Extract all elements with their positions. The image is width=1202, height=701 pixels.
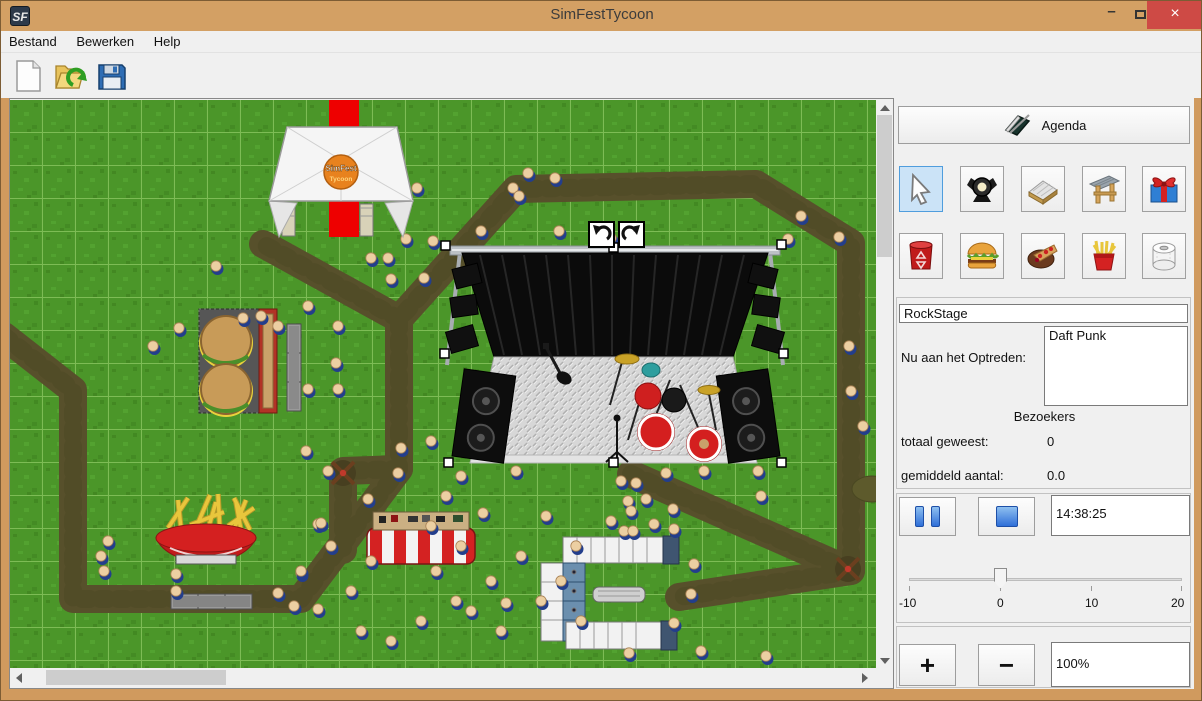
fries-icon [1089,239,1119,273]
slider-label-0: 0 [997,596,1004,610]
urinal-trough [593,587,645,602]
rotate-left-button[interactable] [589,222,614,247]
gift-icon [1147,172,1181,206]
total-visitors-label: totaal geweest: [901,434,988,449]
maximize-icon [1135,10,1146,19]
time-controls-group: 14:38:25 -10 0 10 20 [896,493,1191,623]
tool-toilet-paper-button[interactable] [1142,233,1186,279]
zoom-level-display: 100% [1051,642,1190,687]
zoom-controls-group: + − 100% [896,626,1191,688]
spotlight-icon [965,172,999,206]
titlebar: SF SimFestTycoon – × [1,1,1202,31]
window-title: SimFestTycoon [1,6,1202,23]
menu-bewerken[interactable]: Bewerken [68,31,142,52]
scroll-right-icon[interactable] [862,673,868,683]
horizontal-scrollbar[interactable] [10,669,876,687]
map-canvas-container: SimFest Tycoon [9,98,894,689]
stage-info-group: Nu aan het Optreden: Daft Punk Bezoekers… [896,297,1191,489]
path-tile-icon [1026,172,1060,206]
stop-icon [996,506,1018,527]
toilet-paper-icon [1148,240,1180,272]
agenda-label: Agenda [1042,118,1087,133]
clock-display: 14:38:25 [1051,495,1190,536]
scroll-up-icon[interactable] [880,105,890,111]
tool-spotlight-button[interactable] [960,166,1004,212]
slider-label-10: 10 [1085,596,1098,610]
total-visitors-value: 0 [1047,434,1054,449]
zoom-out-button[interactable]: − [978,644,1035,686]
bench[interactable] [287,324,301,411]
agenda-book-icon [1002,112,1032,138]
tool-pizza-button[interactable] [1021,233,1065,279]
festival-map[interactable]: SimFest Tycoon [10,100,876,668]
tool-select-button[interactable] [899,166,943,212]
market-stall[interactable] [367,512,475,564]
performer-item[interactable]: Daft Punk [1049,328,1183,343]
pizza-icon [1026,241,1060,271]
open-folder-icon [53,59,87,93]
stage[interactable] [446,246,785,464]
scroll-left-icon[interactable] [16,673,22,683]
stop-button[interactable] [978,497,1035,536]
toolbar [1,53,1202,98]
horizontal-scroll-thumb[interactable] [46,670,226,685]
cursor-icon [906,173,936,205]
save-icon [96,60,128,92]
scroll-down-icon[interactable] [880,658,890,664]
slider-label-max: 20 [1171,596,1184,610]
app-window: SF SimFestTycoon – × Bestand Bewerken He… [0,0,1202,701]
new-file-button[interactable] [9,57,47,95]
speed-slider-track[interactable] [909,578,1182,581]
bench[interactable] [171,594,252,609]
vertical-scroll-thumb[interactable] [877,115,892,257]
tool-fries-button[interactable] [1082,233,1126,279]
tent-logo-line1: SimFest [325,164,356,173]
tool-burger-button[interactable] [960,233,1004,279]
tool-gate-button[interactable] [1082,166,1126,212]
trash-bin-icon [906,239,936,273]
menu-help[interactable]: Help [146,31,189,52]
burger-icon [965,240,999,272]
gate-icon [1087,172,1121,206]
pause-icon [915,506,924,527]
agenda-button[interactable]: Agenda [898,106,1190,144]
open-file-button[interactable] [51,57,89,95]
average-visitors-label: gemiddeld aantal: [901,468,1004,483]
tool-gift-button[interactable] [1142,166,1186,212]
side-panel: Agenda [894,98,1194,689]
zoom-in-button[interactable]: + [899,644,956,686]
vertical-scrollbar[interactable] [876,100,893,669]
save-file-button[interactable] [93,57,131,95]
new-file-icon [13,59,43,93]
slider-label-min: -10 [899,596,916,610]
windmill-marker [835,556,861,582]
rotate-right-button[interactable] [619,222,644,247]
burger-stand[interactable] [199,309,277,417]
tent-logo-line2: Tycoon [330,176,353,183]
average-visitors-value: 0.0 [1047,468,1065,483]
menu-bestand[interactable]: Bestand [1,31,65,52]
now-performing-label: Nu aan het Optreden: [901,350,1026,365]
tool-path-button[interactable] [1021,166,1065,212]
stage-name-input[interactable] [899,304,1188,323]
menubar: Bestand Bewerken Help [1,31,1202,53]
now-performing-listbox[interactable]: Daft Punk [1044,326,1188,406]
minimize-button[interactable]: – [1097,1,1126,29]
visitors-header: Bezoekers [897,409,1192,424]
close-button[interactable]: × [1147,1,1202,29]
pause-button[interactable] [899,497,956,536]
speed-slider-thumb[interactable] [994,568,1007,589]
tool-trash-button[interactable] [899,233,943,279]
